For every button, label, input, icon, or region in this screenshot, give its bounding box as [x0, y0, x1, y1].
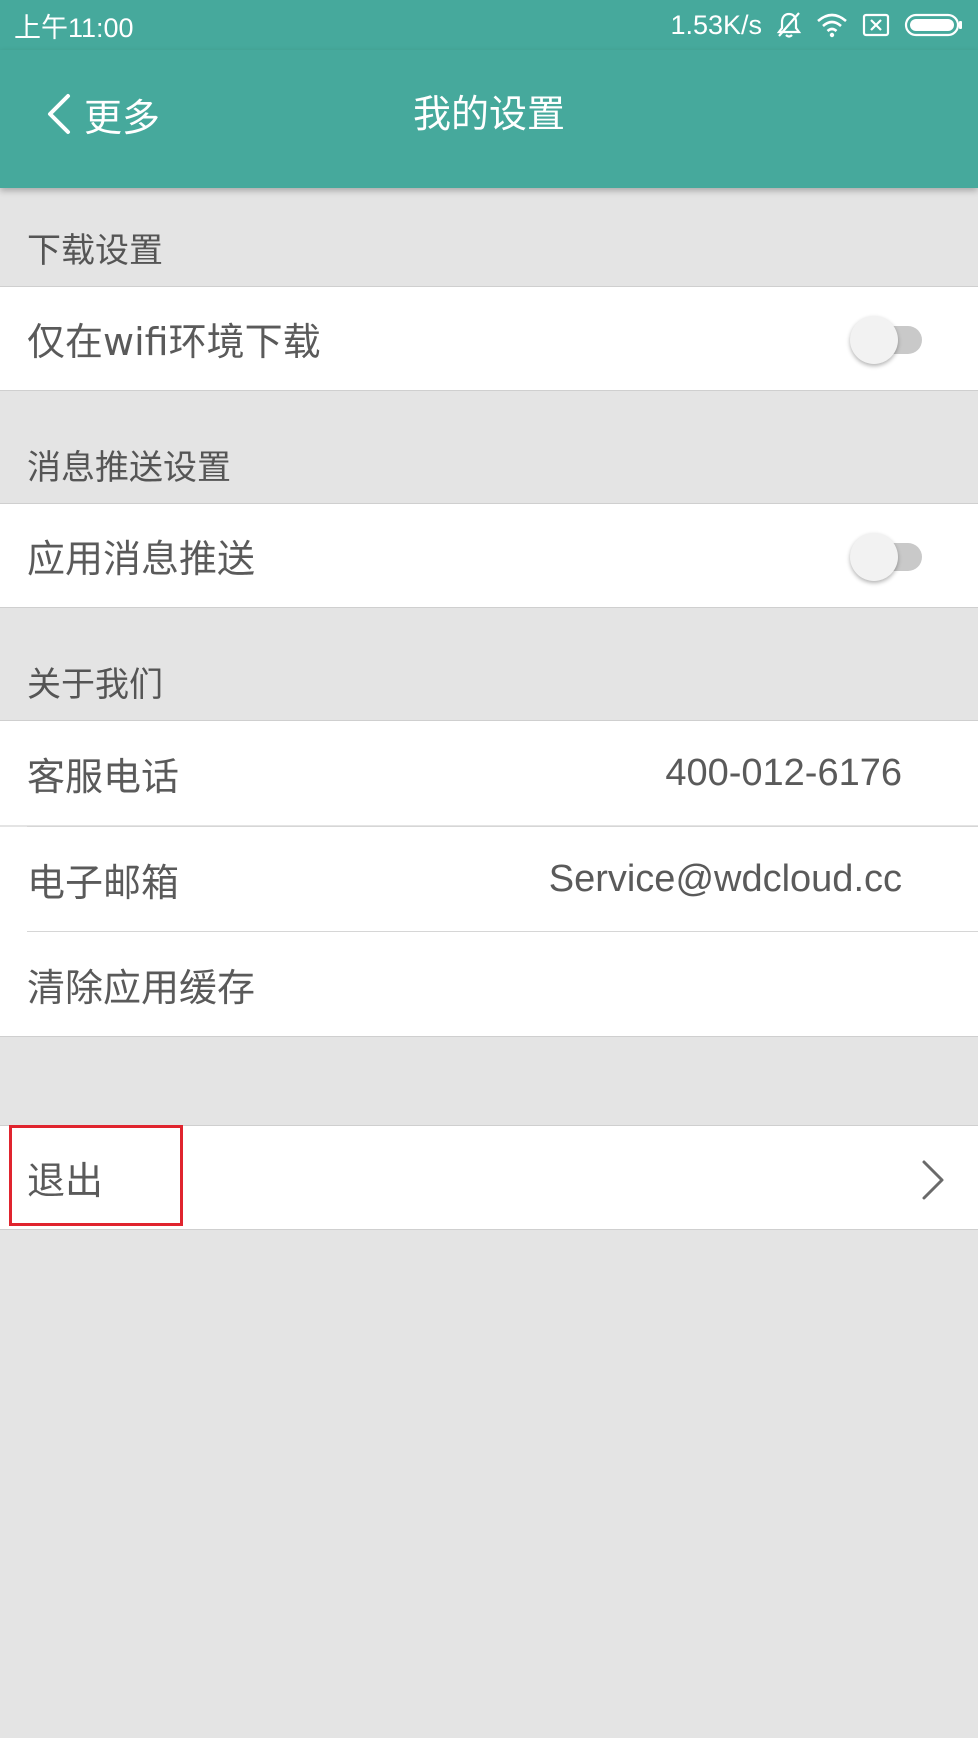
battery-icon [904, 13, 962, 37]
logout-row[interactable]: 退出 [0, 1125, 978, 1230]
row-divider [27, 826, 978, 827]
chevron-right-icon [922, 1160, 944, 1200]
status-time: 上午11:00 [14, 12, 134, 43]
sim-x-icon [862, 13, 890, 37]
row-divider [27, 931, 978, 932]
section-header-about: 关于我们 [27, 665, 163, 705]
logout-label: 退出 [27, 1159, 104, 1203]
app-push-toggle[interactable] [850, 533, 924, 581]
net-speed: 1.53K/s [670, 9, 762, 40]
toggle-knob [850, 316, 898, 364]
email-label: 电子邮箱 [27, 861, 180, 905]
wifi-icon [817, 13, 847, 38]
bell-muted-icon [776, 12, 802, 38]
clear-cache-row[interactable]: 清除应用缓存 [0, 932, 978, 1037]
page-title: 我的设置 [412, 92, 565, 136]
wifi-only-row[interactable]: 仅在wifi环境下载 [0, 286, 978, 391]
wifi-only-label: 仅在wifi环境下载 [27, 320, 321, 364]
email-value: Service@wdcloud.cc [548, 858, 902, 900]
app-push-label: 应用消息推送 [27, 537, 256, 581]
status-icons: 1.53K/s [670, 10, 964, 41]
section-header-push: 消息推送设置 [27, 448, 231, 488]
phone-label: 客服电话 [27, 754, 180, 799]
section-header-download: 下载设置 [27, 231, 163, 271]
email-row[interactable]: 电子邮箱 Service@wdcloud.cc [0, 827, 978, 932]
phone-value: 400-012-6176 [665, 751, 902, 794]
toggle-knob [850, 533, 898, 581]
phone-row[interactable]: 客服电话 400-012-6176 [0, 720, 978, 825]
clear-cache-label: 清除应用缓存 [27, 965, 256, 1010]
wifi-only-toggle[interactable] [850, 316, 924, 364]
app-push-row[interactable]: 应用消息推送 [0, 503, 978, 608]
status-bar: 上午11:00 1.53K/s [0, 0, 978, 50]
app-bar: 更多 我的设置 [0, 50, 978, 188]
